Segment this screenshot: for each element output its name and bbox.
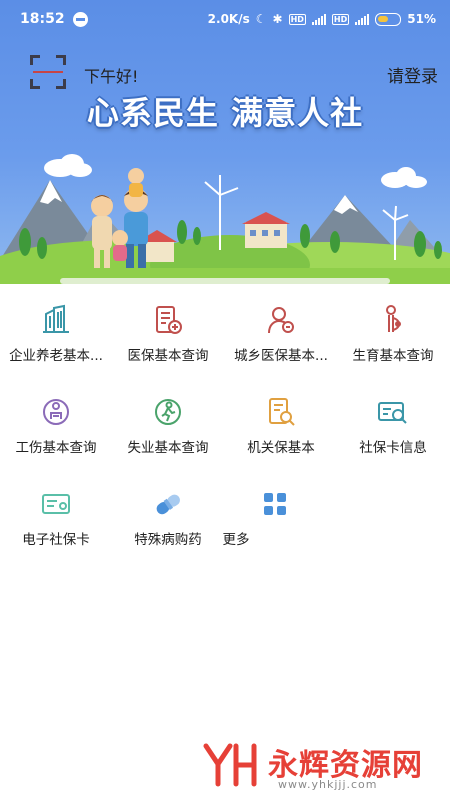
watermark-logo-icon (203, 743, 257, 787)
status-right: 2.0K/s ☾ ✱ HD HD 51% (208, 12, 436, 26)
service-label: 工伤基本查询 (15, 440, 97, 456)
service-label: 机关保基本 (247, 440, 315, 456)
status-time: 18:52 (20, 11, 65, 27)
document-search-icon (269, 398, 295, 426)
service-label: 企业养老基本... (9, 348, 103, 364)
grid-icon (264, 493, 286, 515)
service-urban-rural-medical[interactable]: 城乡医保基本... (225, 294, 337, 374)
service-label: 失业基本查询 (127, 440, 209, 456)
service-more[interactable]: 更多 (223, 478, 337, 558)
signal-icon (311, 13, 326, 25)
service-government-insurance[interactable]: 机关保基本 (225, 386, 337, 466)
service-maternity[interactable]: 生育基本查询 (337, 294, 449, 374)
service-enterprise-pension[interactable]: 企业养老基本... (0, 294, 112, 374)
signal-icon-2 (355, 13, 370, 25)
battery-icon (375, 12, 402, 26)
service-social-card-info[interactable]: 社保卡信息 (337, 386, 449, 466)
battery-percent: 51% (407, 12, 436, 26)
login-button[interactable]: 请登录 (387, 62, 438, 87)
bluetooth-icon: ✱ (272, 12, 283, 26)
medical-card-icon (156, 306, 182, 334)
e-card-icon (42, 494, 70, 514)
service-electronic-social-card[interactable]: 电子社保卡 (0, 478, 112, 558)
service-label: 更多 (222, 532, 250, 548)
network-speed: 2.0K/s (207, 12, 250, 26)
hd-icon: HD (288, 13, 306, 25)
notification-icon (72, 11, 88, 27)
service-work-injury[interactable]: 工伤基本查询 (0, 386, 112, 466)
watermark-url: www.yhkjjj.com (278, 778, 378, 791)
scan-icon[interactable] (30, 55, 66, 89)
card-search-icon (378, 402, 407, 424)
pregnant-icon (386, 305, 401, 332)
service-medical-insurance[interactable]: 医保基本查询 (112, 294, 224, 374)
service-label: 电子社保卡 (22, 532, 90, 548)
greeting-text: 下午好! (84, 67, 139, 86)
service-unemployment[interactable]: 失业基本查询 (112, 386, 224, 466)
watermark: 永辉资源网 www.yhkjjj.com (198, 738, 448, 798)
pill-icon (156, 494, 180, 515)
banner-illustration (0, 154, 450, 284)
header-banner: 18:52 2.0K/s ☾ ✱ HD HD 51% 下午好! 请登录 心系民生… (0, 0, 450, 284)
person-icon (268, 307, 294, 334)
service-label: 社保卡信息 (359, 440, 427, 456)
status-bar: 18:52 2.0K/s ☾ ✱ HD HD 51% (0, 0, 450, 38)
building-icon (43, 304, 69, 333)
walking-person-icon (155, 399, 181, 425)
hd-icon-2: HD (331, 13, 350, 25)
service-label: 生育基本查询 (352, 348, 434, 364)
slogan: 心系民生 满意人社 (86, 94, 364, 132)
moon-icon: ☾ (255, 12, 267, 26)
service-label: 医保基本查询 (127, 348, 209, 364)
service-label: 城乡医保基本... (234, 348, 328, 364)
injury-icon (43, 399, 69, 425)
